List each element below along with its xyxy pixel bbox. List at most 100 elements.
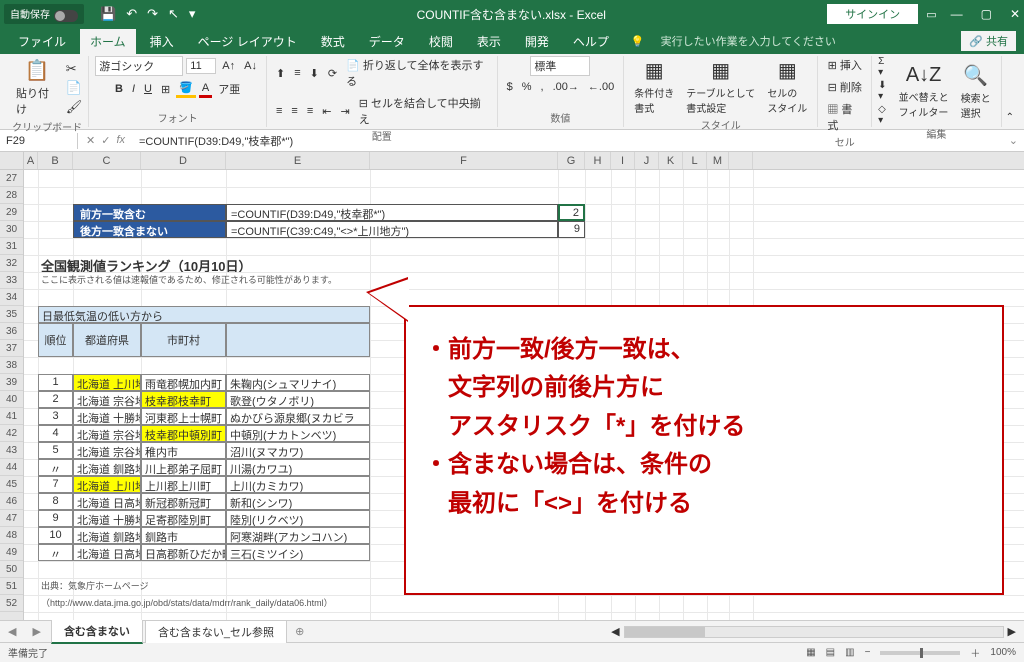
decrease-decimal-icon[interactable]: ←.00 (585, 80, 617, 94)
detail-5[interactable]: 川湯(カワユ) (226, 459, 370, 476)
city-3[interactable]: 枝幸郡中頓別町 (141, 425, 226, 442)
source-2[interactable]: （http://www.data.jma.go.jp/obd/stats/dat… (38, 595, 538, 612)
ribbon-options-icon[interactable]: ▭ (926, 8, 936, 21)
detail-1[interactable]: 歌登(ウタノボリ) (226, 391, 370, 408)
city-2[interactable]: 河東郡上士幌町 (141, 408, 226, 425)
row-head-36[interactable]: 36 (0, 323, 23, 340)
align-center-icon[interactable]: ≡ (288, 104, 300, 118)
minimize-button[interactable]: — (951, 7, 963, 21)
indent-right-icon[interactable]: ⇥ (337, 104, 352, 119)
row-head-42[interactable]: 42 (0, 425, 23, 442)
col-head-D[interactable]: D (141, 152, 226, 169)
tab-help[interactable]: ヘルプ (563, 29, 619, 54)
name-box[interactable]: F29 (0, 133, 78, 149)
cell-style-button[interactable]: ▦セルの スタイル (763, 56, 811, 117)
select-all-corner[interactable] (0, 152, 24, 169)
share-button[interactable]: 🔗 共有 (961, 31, 1016, 51)
col-head-A[interactable]: A (24, 152, 38, 169)
number-format-select[interactable]: 標準 (530, 56, 590, 76)
ranking-title[interactable]: 全国観測値ランキング（10月10日） (38, 255, 538, 272)
pref-0[interactable]: 北海道 上川地方 (73, 374, 141, 391)
pref-5[interactable]: 北海道 釧路地方 (73, 459, 141, 476)
find-select-button[interactable]: 🔍検索と 選択 (957, 61, 995, 122)
row-head-41[interactable]: 41 (0, 408, 23, 425)
zoom-out-button[interactable]: − (865, 647, 871, 658)
pref-2[interactable]: 北海道 十勝地方 (73, 408, 141, 425)
cancel-formula-icon[interactable]: ✕ (86, 134, 95, 147)
signin-button[interactable]: サインイン (827, 4, 918, 24)
copy-icon[interactable]: 📄 (66, 80, 83, 96)
row-head-37[interactable]: 37 (0, 340, 23, 357)
row-head-38[interactable]: 38 (0, 357, 23, 374)
row-head-28[interactable]: 28 (0, 187, 23, 204)
maximize-button[interactable]: ▢ (981, 7, 992, 21)
row-head-32[interactable]: 32 (0, 255, 23, 272)
pref-10[interactable]: 北海道 日高地方 (73, 544, 141, 561)
insert-cells-button[interactable]: ⊞ 挿入 (825, 56, 865, 74)
tab-data[interactable]: データ (359, 29, 415, 54)
tab-dev[interactable]: 開発 (515, 29, 559, 54)
grow-font-icon[interactable]: A↑ (219, 59, 238, 73)
table-format-button[interactable]: ▦テーブルとして 書式設定 (682, 56, 759, 117)
row-head-46[interactable]: 46 (0, 493, 23, 510)
rank-8[interactable]: 9 (38, 510, 73, 527)
city-8[interactable]: 足寄郡陸別町 (141, 510, 226, 527)
tab-insert[interactable]: 挿入 (140, 29, 184, 54)
col-head-G[interactable]: G (558, 152, 585, 169)
th-detail[interactable] (226, 323, 370, 357)
row-head-29[interactable]: 29 (0, 204, 23, 221)
tab-layout[interactable]: ページ レイアウト (188, 29, 307, 54)
row-head-45[interactable]: 45 (0, 476, 23, 493)
col-head-C[interactable]: C (73, 152, 141, 169)
row-head-49[interactable]: 49 (0, 544, 23, 561)
hscroll-track[interactable] (624, 626, 1004, 638)
hscroll-right[interactable]: ▶ (1008, 625, 1016, 638)
detail-10[interactable]: 三石(ミツイシ) (226, 544, 370, 561)
col-head-H[interactable]: H (585, 152, 611, 169)
rank-9[interactable]: 10 (38, 527, 73, 544)
row-head-39[interactable]: 39 (0, 374, 23, 391)
row-head-35[interactable]: 35 (0, 306, 23, 323)
row-head-27[interactable]: 27 (0, 170, 23, 187)
rank-4[interactable]: 5 (38, 442, 73, 459)
city-4[interactable]: 稚内市 (141, 442, 226, 459)
align-top-icon[interactable]: ⬆ (273, 66, 288, 81)
row-head-31[interactable]: 31 (0, 238, 23, 255)
rank-3[interactable]: 4 (38, 425, 73, 442)
align-middle-icon[interactable]: ≡ (291, 66, 303, 80)
cell-label-forward[interactable]: 前方一致含む (73, 204, 226, 221)
wrap-text-button[interactable]: 📄 折り返して全体を表示する (343, 56, 491, 90)
worksheet[interactable]: 2728293031323334353637383940414243444546… (0, 170, 1024, 620)
th-pref[interactable]: 都道府県 (73, 323, 141, 357)
rank-1[interactable]: 2 (38, 391, 73, 408)
close-button[interactable]: ✕ (1010, 7, 1020, 21)
tab-formulas[interactable]: 数式 (311, 29, 355, 54)
pref-3[interactable]: 北海道 宗谷地方 (73, 425, 141, 442)
pref-6[interactable]: 北海道 上川地方 (73, 476, 141, 493)
rank-6[interactable]: 7 (38, 476, 73, 493)
indent-left-icon[interactable]: ⇤ (319, 104, 334, 119)
autosave-toggle[interactable]: 自動保存 (4, 4, 84, 23)
col-head-F[interactable]: F (370, 152, 558, 169)
sheet-tab-2[interactable]: 含む含まない_セル参照 (145, 620, 287, 643)
row-head-40[interactable]: 40 (0, 391, 23, 408)
col-head-J[interactable]: J (635, 152, 659, 169)
pref-7[interactable]: 北海道 日高地方 (73, 493, 141, 510)
detail-0[interactable]: 朱鞠内(シュマリナイ) (226, 374, 370, 391)
save-icon[interactable]: 💾 (100, 6, 116, 22)
clear-icon[interactable]: ◇ ▾ (878, 104, 891, 126)
tab-view[interactable]: 表示 (467, 29, 511, 54)
th-city[interactable]: 市町村 (141, 323, 226, 357)
fill-color-button[interactable]: 🪣 (176, 80, 196, 98)
cell-result-1[interactable]: 2 (558, 204, 585, 221)
col-head-K[interactable]: K (659, 152, 683, 169)
col-head-L[interactable]: L (683, 152, 707, 169)
city-1[interactable]: 枝幸郡枝幸町 (141, 391, 226, 408)
phonetic-button[interactable]: ア亜 (215, 80, 243, 98)
detail-9[interactable]: 阿寒湖畔(アカンコハン) (226, 527, 370, 544)
pref-4[interactable]: 北海道 宗谷地方 (73, 442, 141, 459)
th-rank[interactable]: 順位 (38, 323, 73, 357)
new-sheet-button[interactable]: ⊕ (287, 625, 312, 638)
city-0[interactable]: 雨竜郡幌加内町 (141, 374, 226, 391)
formula-bar[interactable]: =COUNTIF(D39:D49,"枝幸郡*") (133, 131, 1003, 151)
